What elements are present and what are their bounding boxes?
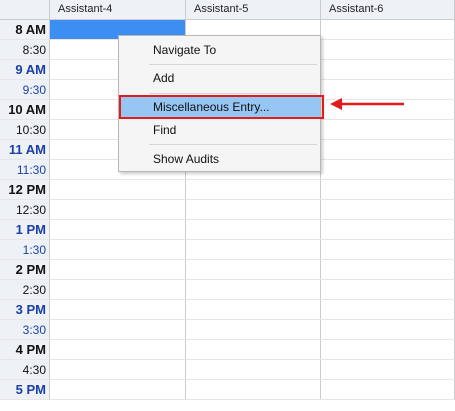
time-slot-cell[interactable] (321, 160, 455, 179)
column-header-assistant-6[interactable]: Assistant-6 (321, 0, 455, 20)
time-column: 8 AM 8:30 9 AM 9:30 10 AM 10:30 11 AM 11:30 12 P… (0, 20, 50, 400)
time-slot-cell[interactable] (321, 320, 455, 339)
menu-item-find[interactable]: Find (119, 119, 320, 141)
menu-separator (149, 64, 317, 65)
time-slot-cell[interactable] (186, 320, 321, 339)
time-slot-label: 12:30 (0, 200, 50, 220)
time-slot-cell[interactable] (50, 320, 186, 339)
annotation-arrow-icon (330, 98, 404, 110)
time-slot-cell[interactable] (186, 200, 321, 219)
time-slot-cell[interactable] (321, 240, 455, 259)
time-slot-cell[interactable] (186, 180, 321, 199)
time-slot-cell[interactable] (321, 20, 455, 39)
time-slot-cell[interactable] (186, 300, 321, 319)
menu-item-navigate-to[interactable]: Navigate To (119, 39, 320, 61)
time-slot-label: 11 AM (0, 140, 50, 160)
time-slot-label: 4 PM (0, 340, 50, 360)
time-slot-cell[interactable] (186, 380, 321, 399)
time-slot-cell[interactable] (50, 340, 186, 359)
time-slot-cell[interactable] (186, 340, 321, 359)
time-slot-cell[interactable] (50, 180, 186, 199)
schedule-row (50, 360, 455, 380)
time-slot-label: 1 PM (0, 220, 50, 240)
schedule-row (50, 380, 455, 400)
schedule-row (50, 180, 455, 200)
time-slot-label: 9 AM (0, 60, 50, 80)
schedule-row (50, 320, 455, 340)
time-slot-label: 3 PM (0, 300, 50, 320)
time-slot-cell[interactable] (321, 380, 455, 399)
time-slot-cell[interactable] (50, 240, 186, 259)
time-slot-cell[interactable] (186, 240, 321, 259)
time-slot-cell[interactable] (50, 280, 186, 299)
time-slot-cell[interactable] (321, 280, 455, 299)
time-slot-cell[interactable] (186, 280, 321, 299)
time-slot-label: 10:30 (0, 120, 50, 140)
time-slot-cell[interactable] (186, 360, 321, 379)
time-slot-cell[interactable] (321, 40, 455, 59)
schedule-row (50, 260, 455, 280)
schedule-row (50, 200, 455, 220)
time-slot-cell[interactable] (50, 260, 186, 279)
time-slot-cell[interactable] (321, 140, 455, 159)
time-slot-label: 10 AM (0, 100, 50, 120)
menu-separator (149, 93, 317, 94)
time-slot-label: 11:30 (0, 160, 50, 180)
time-slot-cell[interactable] (321, 180, 455, 199)
time-slot-label: 3:30 (0, 320, 50, 340)
time-slot-label: 2:30 (0, 280, 50, 300)
column-header-assistant-5[interactable]: Assistant-5 (186, 0, 321, 20)
schedule-row (50, 300, 455, 320)
time-slot-cell[interactable] (50, 200, 186, 219)
time-slot-label: 1:30 (0, 240, 50, 260)
time-slot-cell[interactable] (321, 300, 455, 319)
time-slot-label: 8:30 (0, 40, 50, 60)
time-slot-label: 12 PM (0, 180, 50, 200)
schedule-row (50, 240, 455, 260)
time-slot-label: 5 PM (0, 380, 50, 400)
time-slot-cell[interactable] (50, 300, 186, 319)
time-slot-cell[interactable] (321, 200, 455, 219)
time-slot-label: 8 AM (0, 20, 50, 40)
time-slot-cell[interactable] (321, 220, 455, 239)
menu-item-add[interactable]: Add (119, 67, 320, 89)
menu-item-show-audits[interactable]: Show Audits (119, 148, 320, 170)
time-slot-cell[interactable] (186, 260, 321, 279)
time-slot-label: 4:30 (0, 360, 50, 380)
time-slot-cell[interactable] (50, 220, 186, 239)
menu-separator (149, 144, 317, 145)
time-slot-cell[interactable] (321, 340, 455, 359)
time-slot-cell[interactable] (321, 260, 455, 279)
time-slot-cell[interactable] (186, 220, 321, 239)
time-slot-cell[interactable] (321, 60, 455, 79)
time-slot-cell[interactable] (50, 360, 186, 379)
schedule-row (50, 340, 455, 360)
header-corner (0, 0, 50, 20)
time-slot-cell[interactable] (50, 380, 186, 399)
time-slot-cell[interactable] (321, 120, 455, 139)
annotation-highlight-box (119, 95, 324, 119)
time-slot-label: 2 PM (0, 260, 50, 280)
schedule-row (50, 280, 455, 300)
time-slot-cell[interactable] (321, 360, 455, 379)
column-header-assistant-4[interactable]: Assistant-4 (50, 0, 186, 20)
time-slot-label: 9:30 (0, 80, 50, 100)
schedule-row (50, 220, 455, 240)
